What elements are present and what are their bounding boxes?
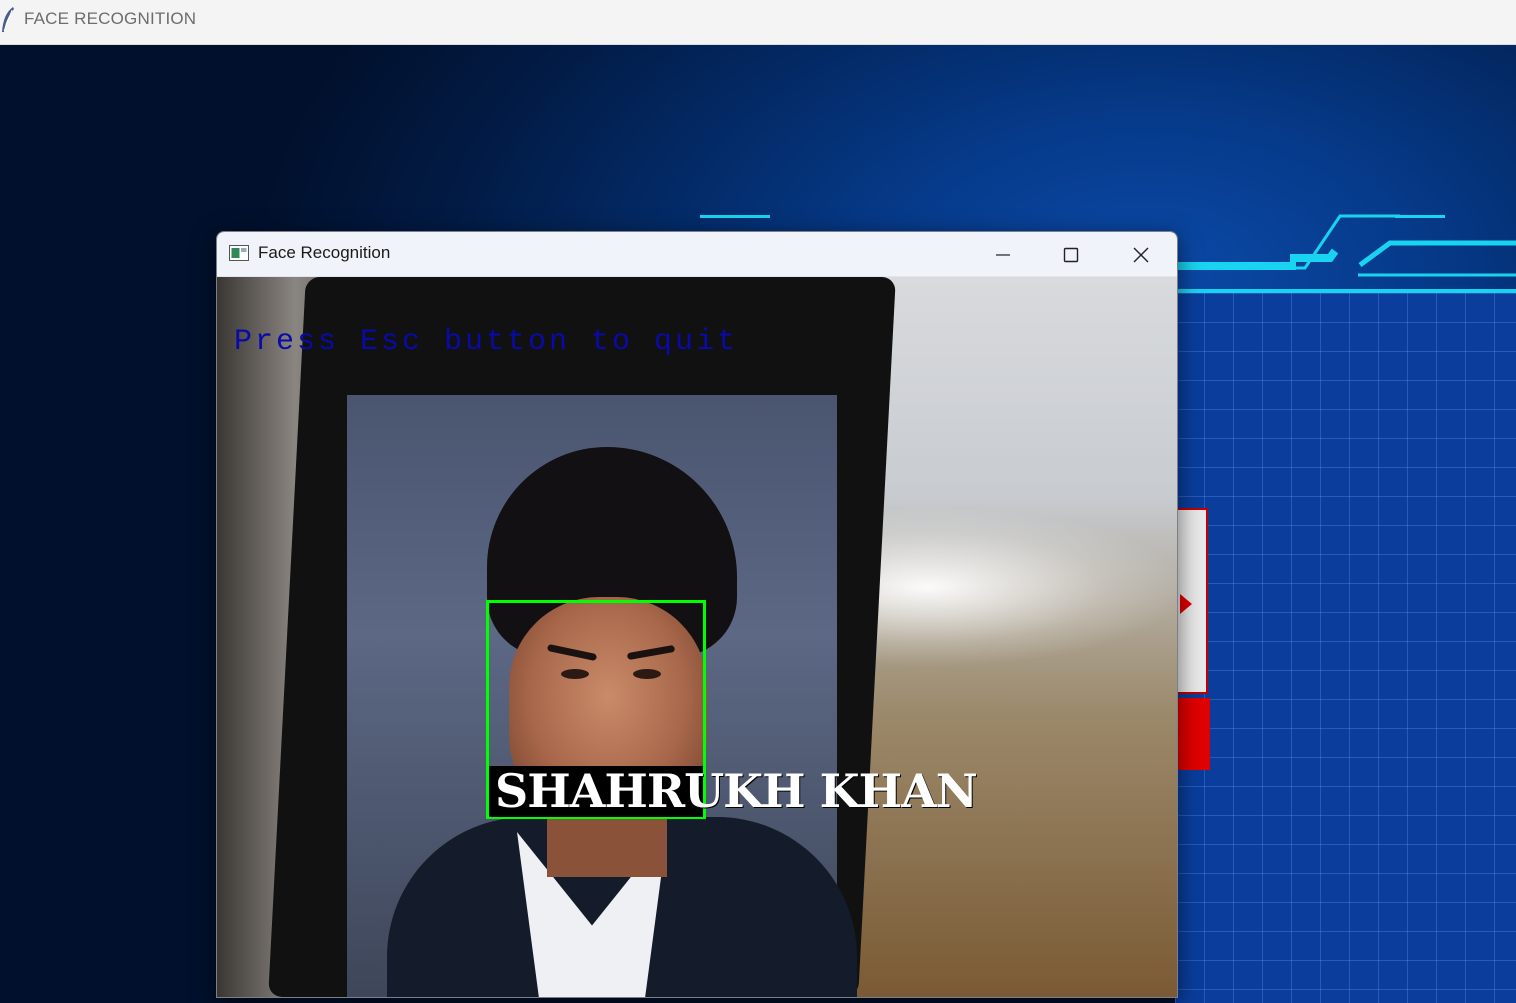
play-icon bbox=[1180, 594, 1192, 614]
esc-hint-text: Press Esc button to quit bbox=[234, 325, 739, 359]
maximize-icon bbox=[1063, 247, 1079, 262]
decor-line bbox=[700, 215, 770, 218]
close-button[interactable] bbox=[1107, 232, 1175, 277]
app-titlebar: FACE RECOGNITION bbox=[0, 0, 1516, 45]
minimize-icon bbox=[996, 253, 1010, 256]
close-icon bbox=[1133, 247, 1149, 262]
alert-panel-bottom bbox=[1176, 698, 1210, 770]
decor-line bbox=[1176, 262, 1296, 270]
camera-feed: Press Esc button to quit SHAHRUKH KHAN bbox=[217, 277, 1177, 997]
decor-lines bbox=[1290, 214, 1516, 277]
minimize-button[interactable] bbox=[969, 232, 1037, 277]
feather-icon bbox=[2, 7, 14, 32]
app-title: FACE RECOGNITION bbox=[24, 9, 197, 28]
window-titlebar[interactable]: Face Recognition bbox=[217, 232, 1177, 277]
maximize-button[interactable] bbox=[1037, 232, 1105, 277]
grid-panel bbox=[1175, 293, 1516, 1003]
decor-line bbox=[1176, 289, 1516, 293]
app-icon bbox=[229, 245, 249, 261]
alert-panel bbox=[1176, 508, 1210, 770]
recognized-name: SHAHRUKH KHAN bbox=[495, 764, 978, 818]
window-title: Face Recognition bbox=[258, 243, 391, 262]
face-recognition-window: Face Recognition Press Esc button to qui… bbox=[216, 231, 1178, 998]
